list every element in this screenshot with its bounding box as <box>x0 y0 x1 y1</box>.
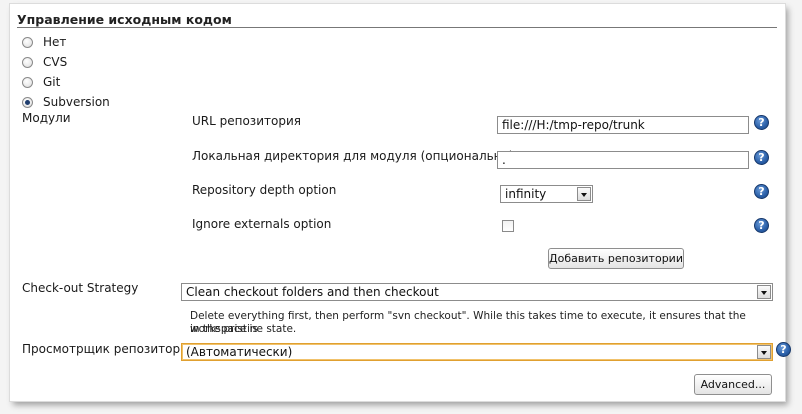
repo-browser-value: (Автоматически) <box>186 345 293 359</box>
scm-option-label: CVS <box>43 55 68 69</box>
checkout-strategy-value: Clean checkout folders and then checkout <box>186 285 439 299</box>
scm-option-label: Git <box>43 75 61 89</box>
modules-label: Модули <box>22 111 71 125</box>
help-icon[interactable]: ? <box>754 184 769 199</box>
checkout-description-line2: in the pristine state. <box>190 323 297 335</box>
radio-subversion[interactable] <box>22 96 33 108</box>
chevron-down-icon[interactable] <box>757 345 771 359</box>
checkout-strategy-label: Check-out Strategy <box>22 281 139 295</box>
depth-select[interactable]: infinity <box>500 185 593 203</box>
chevron-down-icon[interactable] <box>757 285 771 299</box>
repo-url-input[interactable] <box>497 116 749 134</box>
radio-none[interactable] <box>22 36 33 48</box>
scm-option-subversion[interactable]: Subversion <box>22 94 110 110</box>
depth-label: Repository depth option <box>192 183 337 197</box>
help-icon[interactable]: ? <box>754 150 769 165</box>
local-dir-input[interactable] <box>497 151 749 169</box>
scm-option-label: Subversion <box>43 95 110 109</box>
repo-browser-select[interactable]: (Автоматически) <box>181 343 773 361</box>
checkout-strategy-select[interactable]: Clean checkout folders and then checkout <box>181 283 773 301</box>
local-dir-label: Локальная директория для модуля (опциона… <box>192 149 514 163</box>
ignore-externals-checkbox[interactable] <box>502 220 514 232</box>
scm-option-cvs[interactable]: CVS <box>22 54 67 70</box>
depth-select-value: infinity <box>505 187 547 201</box>
section-divider <box>17 27 777 28</box>
help-icon[interactable]: ? <box>754 218 769 233</box>
section-title: Управление исходным кодом <box>17 12 232 27</box>
ignore-externals-label: Ignore externals option <box>192 217 332 231</box>
help-icon[interactable]: ? <box>754 115 769 130</box>
radio-cvs[interactable] <box>22 56 33 68</box>
scm-option-none[interactable]: Нет <box>22 34 66 50</box>
advanced-button[interactable]: Advanced... <box>694 374 772 395</box>
repo-browser-label: Просмотрщик репозитория <box>22 342 196 356</box>
scm-option-git[interactable]: Git <box>22 74 60 90</box>
help-icon[interactable]: ? <box>776 342 791 357</box>
add-repository-button[interactable]: Добавить репозитории <box>548 248 684 269</box>
chevron-down-icon[interactable] <box>577 187 591 201</box>
radio-git[interactable] <box>22 76 33 88</box>
repo-url-label: URL репозитория <box>192 114 301 128</box>
scm-option-label: Нет <box>43 35 67 49</box>
